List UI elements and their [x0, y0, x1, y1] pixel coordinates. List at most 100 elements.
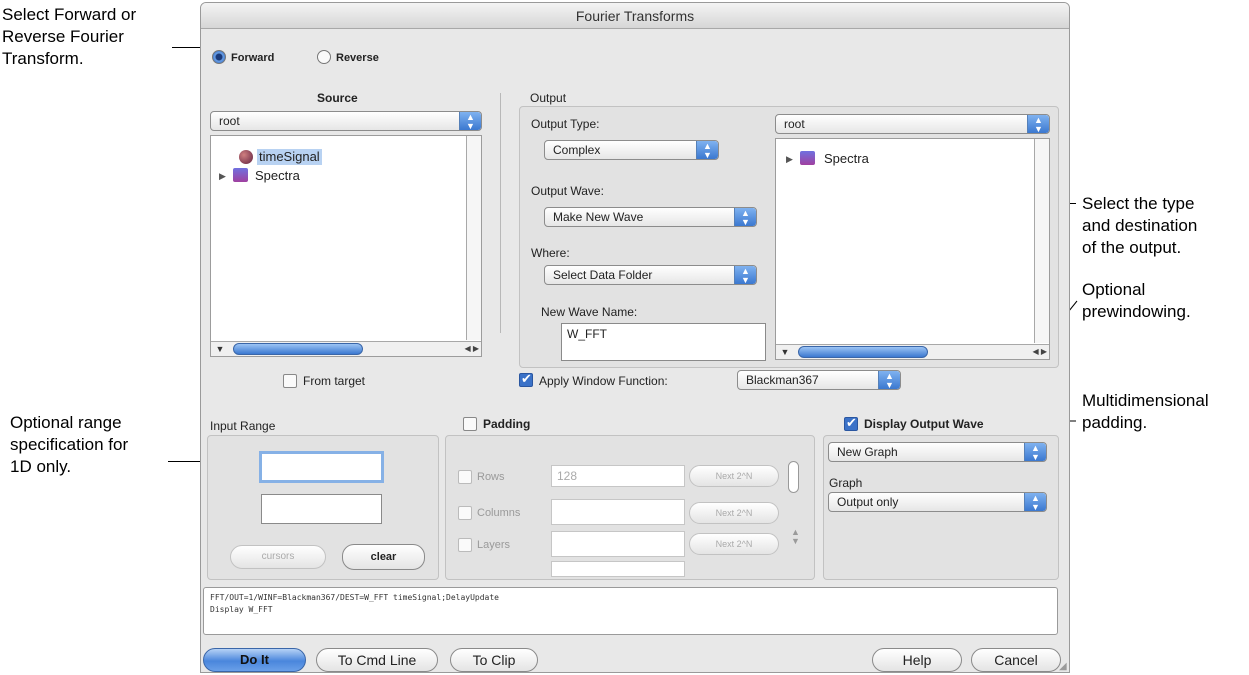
- annotation-text: specification for: [10, 435, 129, 454]
- annotation-output: Select the type and destination of the o…: [1082, 193, 1197, 259]
- rows-next-pow2-button[interactable]: Next 2^N: [689, 465, 779, 487]
- display-output-checkbox[interactable]: [844, 415, 858, 431]
- layers-input[interactable]: [551, 531, 685, 557]
- reverse-label: Reverse: [336, 52, 379, 64]
- window-function-popup[interactable]: Blackman367 ▲ ▼: [737, 370, 901, 390]
- popup-arrow-icon: ▲ ▼: [1024, 493, 1046, 511]
- cancel-button[interactable]: Cancel: [971, 648, 1061, 672]
- output-type-popup[interactable]: Complex ▲ ▼: [544, 140, 719, 160]
- destination-browser[interactable]: ▶ Spectra ▼ ◀ ▶: [775, 138, 1050, 360]
- layers-checkbox[interactable]: [458, 538, 472, 552]
- command-line: Display W_FFT: [210, 605, 273, 614]
- annotation-text: Reverse Fourier: [2, 27, 124, 46]
- range-end-input[interactable]: [261, 494, 382, 524]
- rows-label: Rows: [477, 471, 505, 483]
- output-wave-label: Output Wave:: [531, 184, 604, 198]
- command-line: FFT/OUT=1/WINF=Blackman367/DEST=W_FFT ti…: [210, 593, 499, 602]
- annotation-text: Optional: [1082, 280, 1146, 299]
- where-value: Select Data Folder: [553, 268, 653, 282]
- padding-scroll-arrows-icon[interactable]: ▲ ▼: [791, 528, 800, 546]
- disclosure-triangle-icon[interactable]: ▶: [786, 154, 793, 165]
- annotation-text: and destination: [1082, 216, 1198, 235]
- command-preview: FFT/OUT=1/WINF=Blackman367/DEST=W_FFT ti…: [203, 587, 1058, 635]
- source-header: Source: [317, 91, 358, 105]
- source-item-spectra[interactable]: Spectra: [255, 168, 300, 184]
- new-wave-name-label: New Wave Name:: [541, 305, 638, 319]
- where-label: Where:: [531, 246, 570, 260]
- output-wave-popup[interactable]: Make New Wave ▲ ▼: [544, 207, 757, 227]
- cursors-button[interactable]: cursors: [230, 545, 326, 569]
- destination-vertical-scrollbar[interactable]: [1034, 139, 1049, 343]
- wave-icon: [239, 150, 253, 164]
- annotation-padding: Multidimensional padding.: [1082, 390, 1209, 434]
- to-cmd-line-button[interactable]: To Cmd Line: [316, 648, 438, 672]
- do-it-button[interactable]: Do It: [203, 648, 306, 672]
- resize-grip-icon[interactable]: ◢: [1059, 659, 1067, 672]
- source-folder-popup[interactable]: root ▲ ▼: [210, 111, 482, 131]
- popup-arrow-icon: ▲ ▼: [734, 266, 756, 284]
- source-item-timesignal[interactable]: timeSignal: [257, 149, 322, 165]
- scroll-down-icon[interactable]: ▼: [213, 343, 227, 355]
- annotation-text: Optional range: [10, 413, 122, 432]
- rows-checkbox[interactable]: [458, 470, 472, 484]
- annotation-text: Transform.: [2, 49, 84, 68]
- padding-scroll-knob[interactable]: [788, 461, 799, 493]
- window-function-value: Blackman367: [746, 373, 819, 387]
- fourier-transforms-dialog: Fourier Transforms Forward Reverse Sourc…: [200, 2, 1070, 673]
- columns-checkbox[interactable]: [458, 506, 472, 520]
- where-popup[interactable]: Select Data Folder ▲ ▼: [544, 265, 757, 285]
- fourth-dim-input[interactable]: [551, 561, 685, 577]
- to-clip-button[interactable]: To Clip: [450, 648, 538, 672]
- source-folder-value: root: [219, 114, 240, 128]
- columns-input[interactable]: [551, 499, 685, 525]
- help-button[interactable]: Help: [872, 648, 962, 672]
- popup-arrow-icon: ▲ ▼: [696, 141, 718, 159]
- output-type-label: Output Type:: [531, 117, 600, 131]
- layers-next-pow2-button[interactable]: Next 2^N: [689, 533, 779, 555]
- output-type-value: Complex: [553, 143, 601, 157]
- popup-arrow-icon: ▲ ▼: [878, 371, 900, 389]
- source-browser[interactable]: timeSignal ▶ Spectra ▼ ◀ ▶: [210, 135, 482, 357]
- padding-checkbox[interactable]: [463, 417, 477, 431]
- rows-input[interactable]: 128: [551, 465, 685, 487]
- graph-value: Output only: [837, 495, 899, 509]
- disclosure-triangle-icon[interactable]: ▶: [219, 171, 226, 182]
- columns-next-pow2-button[interactable]: Next 2^N: [689, 502, 779, 524]
- annotation-direction: Select Forward or Reverse Fourier Transf…: [2, 4, 136, 70]
- scroll-arrows-icon[interactable]: ◀ ▶: [1032, 346, 1047, 358]
- destination-folder-popup[interactable]: root ▲ ▼: [775, 114, 1050, 134]
- output-header: Output: [530, 91, 567, 105]
- from-target-checkbox[interactable]: [283, 374, 297, 388]
- screenshot: Select Forward or Reverse Fourier Transf…: [0, 0, 1249, 675]
- annotation-text: Select the type: [1082, 194, 1195, 213]
- apply-window-checkbox[interactable]: [519, 371, 533, 387]
- annotation-text: padding.: [1082, 413, 1148, 432]
- new-wave-name-input[interactable]: W_FFT: [561, 323, 766, 361]
- display-output-label: Display Output Wave: [864, 417, 984, 431]
- annotation-text: Select Forward or: [2, 5, 137, 24]
- scroll-thumb[interactable]: [233, 343, 363, 355]
- scroll-thumb[interactable]: [798, 346, 928, 358]
- section-divider: [500, 93, 501, 333]
- destination-item-spectra[interactable]: Spectra: [824, 151, 869, 167]
- folder-icon: [800, 151, 815, 165]
- scroll-down-icon[interactable]: ▼: [778, 346, 792, 358]
- folder-icon: [233, 168, 248, 182]
- popup-arrow-icon: ▲ ▼: [459, 112, 481, 130]
- destination-horizontal-scrollbar[interactable]: ▼ ◀ ▶: [776, 344, 1049, 359]
- display-mode-popup[interactable]: New Graph ▲ ▼: [828, 442, 1047, 462]
- source-horizontal-scrollbar[interactable]: ▼ ◀ ▶: [211, 341, 481, 356]
- scroll-arrows-icon[interactable]: ◀ ▶: [464, 343, 479, 355]
- clear-button[interactable]: clear: [342, 544, 425, 570]
- forward-radio[interactable]: [212, 50, 226, 64]
- source-vertical-scrollbar[interactable]: [466, 136, 481, 340]
- popup-arrow-icon: ▲ ▼: [1024, 443, 1046, 461]
- annotation-text: of the output.: [1082, 238, 1182, 257]
- columns-label: Columns: [477, 507, 521, 519]
- apply-window-label: Apply Window Function:: [539, 374, 668, 388]
- reverse-radio[interactable]: [317, 50, 331, 64]
- range-start-input[interactable]: [259, 451, 384, 483]
- layers-label: Layers: [477, 539, 511, 551]
- graph-popup[interactable]: Output only ▲ ▼: [828, 492, 1047, 512]
- annotation-text: 1D only.: [10, 457, 72, 476]
